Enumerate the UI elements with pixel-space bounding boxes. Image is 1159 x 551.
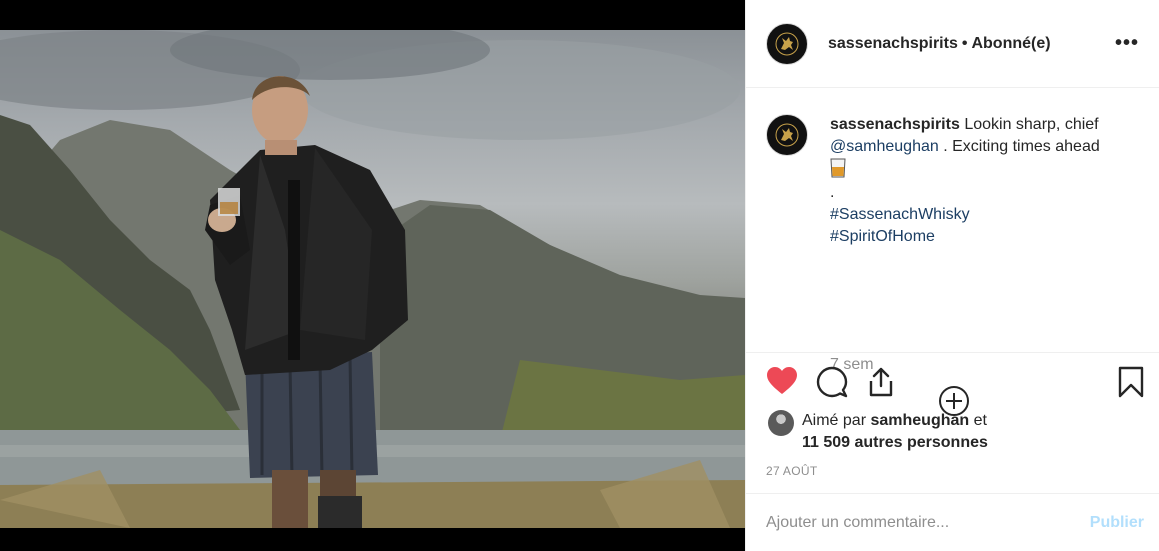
post-date[interactable]: 27 AOÛT: [766, 464, 817, 478]
likes-summary: Aimé par samheughan et 11 509 autres per…: [768, 410, 988, 454]
post-actions: [746, 362, 1159, 406]
caption-area: sassenachspirits Lookin sharp, chief @sa…: [746, 88, 1159, 416]
caption-avatar[interactable]: [766, 114, 808, 156]
hashtag-spirit-of-home[interactable]: #SpiritOfHome: [830, 226, 1130, 248]
post-media[interactable]: [0, 0, 745, 551]
comment-icon: [816, 366, 848, 398]
header-username[interactable]: sassenachspirits: [828, 35, 958, 52]
follow-status[interactable]: Abonné(e): [971, 35, 1050, 52]
post-photo[interactable]: [0, 30, 745, 528]
bookmark-icon: [1118, 366, 1144, 398]
comment-input[interactable]: [766, 513, 1090, 532]
publish-button[interactable]: Publier: [1090, 514, 1144, 532]
hashtag-sassenach-whisky[interactable]: #SassenachWhisky: [830, 204, 1130, 226]
like-button[interactable]: [766, 366, 798, 396]
caption-text-after: . Exciting times ahead: [943, 138, 1100, 155]
caption-text: sassenachspirits Lookin sharp, chief @sa…: [830, 114, 1130, 248]
more-horizontal-icon[interactable]: •••: [1115, 32, 1139, 55]
save-button[interactable]: [1118, 366, 1144, 398]
caption-row: sassenachspirits Lookin sharp, chief @sa…: [766, 114, 1130, 248]
likes-and: et: [973, 412, 987, 429]
caption-mention[interactable]: @samheughan: [830, 138, 939, 155]
likes-others-count[interactable]: 11 509 autres personnes: [802, 434, 988, 451]
post-header: sassenachspirits • Abonné(e) •••: [746, 0, 1159, 88]
header-account-line: sassenachspirits • Abonné(e): [828, 35, 1051, 53]
liker-avatar[interactable]: [768, 410, 794, 436]
share-icon: [869, 367, 893, 397]
heart-filled-icon: [767, 367, 797, 394]
likes-prefix: Aimé par: [802, 412, 867, 429]
share-button[interactable]: [865, 366, 897, 398]
whisky-glass-icon: [830, 158, 846, 178]
comment-box: Publier: [746, 493, 1159, 551]
liker-username[interactable]: samheughan: [870, 412, 969, 429]
comment-button[interactable]: [816, 366, 848, 398]
caption-username[interactable]: sassenachspirits: [830, 116, 960, 133]
likes-text: Aimé par samheughan et 11 509 autres per…: [802, 410, 988, 454]
account-avatar[interactable]: [766, 22, 808, 65]
caption-dot: .: [830, 184, 835, 201]
post-side-panel: sassenachspirits • Abonné(e) ••• sassenach…: [745, 0, 1159, 551]
header-separator: •: [961, 34, 968, 52]
unicorn-logo-icon: [775, 123, 799, 147]
caption-text-before: Lookin sharp, chief: [964, 116, 1099, 133]
unicorn-logo-icon: [775, 32, 799, 55]
photo-landscape: [0, 30, 745, 528]
